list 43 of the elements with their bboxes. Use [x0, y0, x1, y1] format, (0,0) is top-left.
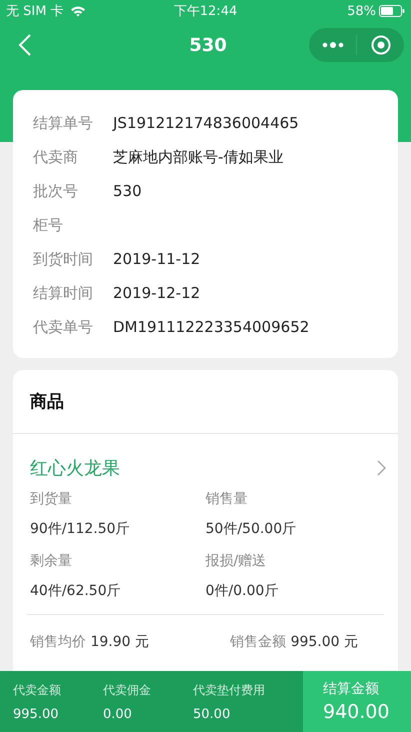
chevron-right-icon — [377, 460, 386, 476]
field-label: 批次号 — [33, 182, 79, 200]
clock-text: 下午12:44 — [174, 3, 238, 20]
field-value: 530 — [113, 182, 142, 200]
stat-value: 50件/50.00斤 — [206, 520, 298, 538]
more-icon — [322, 41, 344, 49]
wifi-icon — [70, 5, 86, 17]
field-label: 代卖单号 — [33, 318, 94, 336]
stat-label: 销售量 — [206, 490, 248, 508]
page-title: 530 — [189, 34, 227, 56]
carrier-text: 无 SIM 卡 — [6, 3, 64, 20]
stat-label: 到货量 — [30, 490, 73, 508]
total-label: 结算金额 — [323, 680, 380, 698]
stat-value: 40件/62.50斤 — [30, 582, 122, 600]
stat-label: 剩余量 — [30, 552, 73, 570]
product-name[interactable]: 红心火龙果 — [30, 456, 120, 480]
summary-text: 销售金额 995.00 元 — [230, 633, 358, 651]
summary-text: 销售均价 19.90 元 — [30, 633, 149, 651]
target-icon — [370, 35, 390, 55]
footer-label: 代卖佣金 — [103, 682, 152, 698]
total-value: 940.00 — [323, 701, 390, 723]
field-value: 2019-12-12 — [113, 284, 200, 302]
section-title: 商品 — [29, 391, 65, 414]
back-icon — [18, 34, 32, 56]
field-label: 代卖商 — [33, 148, 79, 166]
field-value: 芝麻地内部账号-倩如果业 — [113, 148, 284, 166]
field-value: 2019-11-12 — [113, 250, 200, 268]
footer-value: 0.00 — [103, 706, 133, 722]
footer-value: 995.00 — [13, 706, 60, 722]
field-value: DM191112223354009652 — [113, 318, 310, 336]
footer-value: 50.00 — [193, 706, 232, 722]
stat-label: 报损/赠送 — [206, 552, 268, 570]
field-label: 结算时间 — [33, 284, 94, 302]
field-label: 柜号 — [33, 216, 64, 234]
stat-value: 0件/0.00斤 — [206, 582, 280, 600]
footer-label: 代卖垫付费用 — [193, 682, 266, 698]
stat-value: 90件/112.50斤 — [30, 520, 131, 538]
battery-icon — [379, 5, 405, 17]
battery-text: 58% — [347, 4, 376, 18]
field-label: 到货时间 — [33, 250, 94, 268]
footer-label: 代卖金额 — [13, 682, 62, 698]
field-value: JS191212174836004465 — [113, 114, 299, 132]
field-label: 结算单号 — [33, 114, 94, 132]
